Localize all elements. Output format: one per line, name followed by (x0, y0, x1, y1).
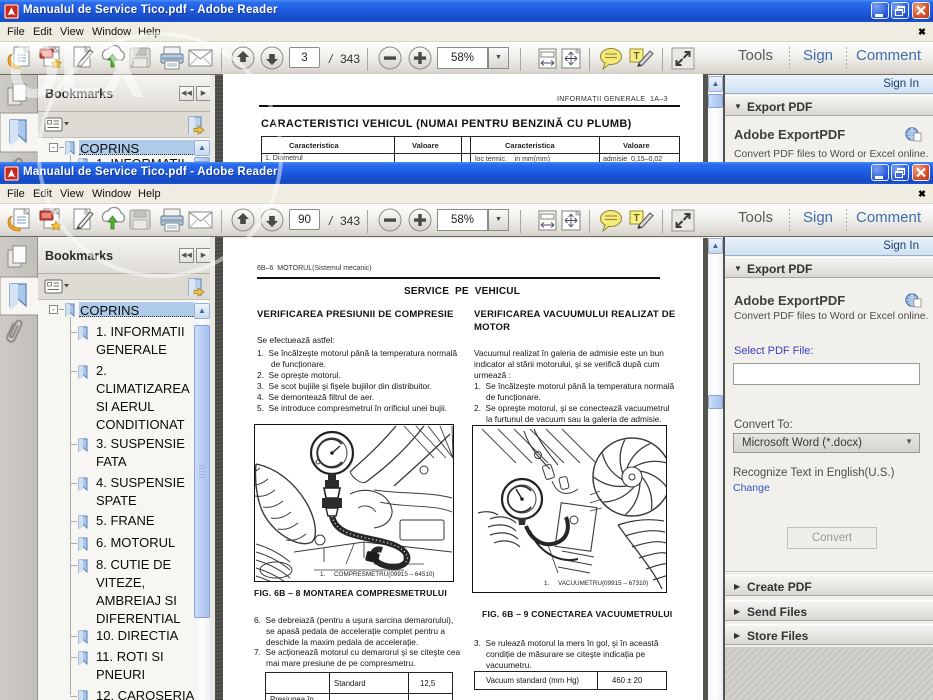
svg-text:T: T (633, 51, 639, 62)
svg-text:T: T (633, 213, 639, 224)
svg-text:1. COMPRESMETRU(09915 – 64: 1. COMPRESMETRU(09915 – 64510) (320, 571, 434, 578)
svg-text:1. VACUUMETRU(09915 – 6731: 1. VACUUMETRU(09915 – 67310) (544, 580, 648, 587)
